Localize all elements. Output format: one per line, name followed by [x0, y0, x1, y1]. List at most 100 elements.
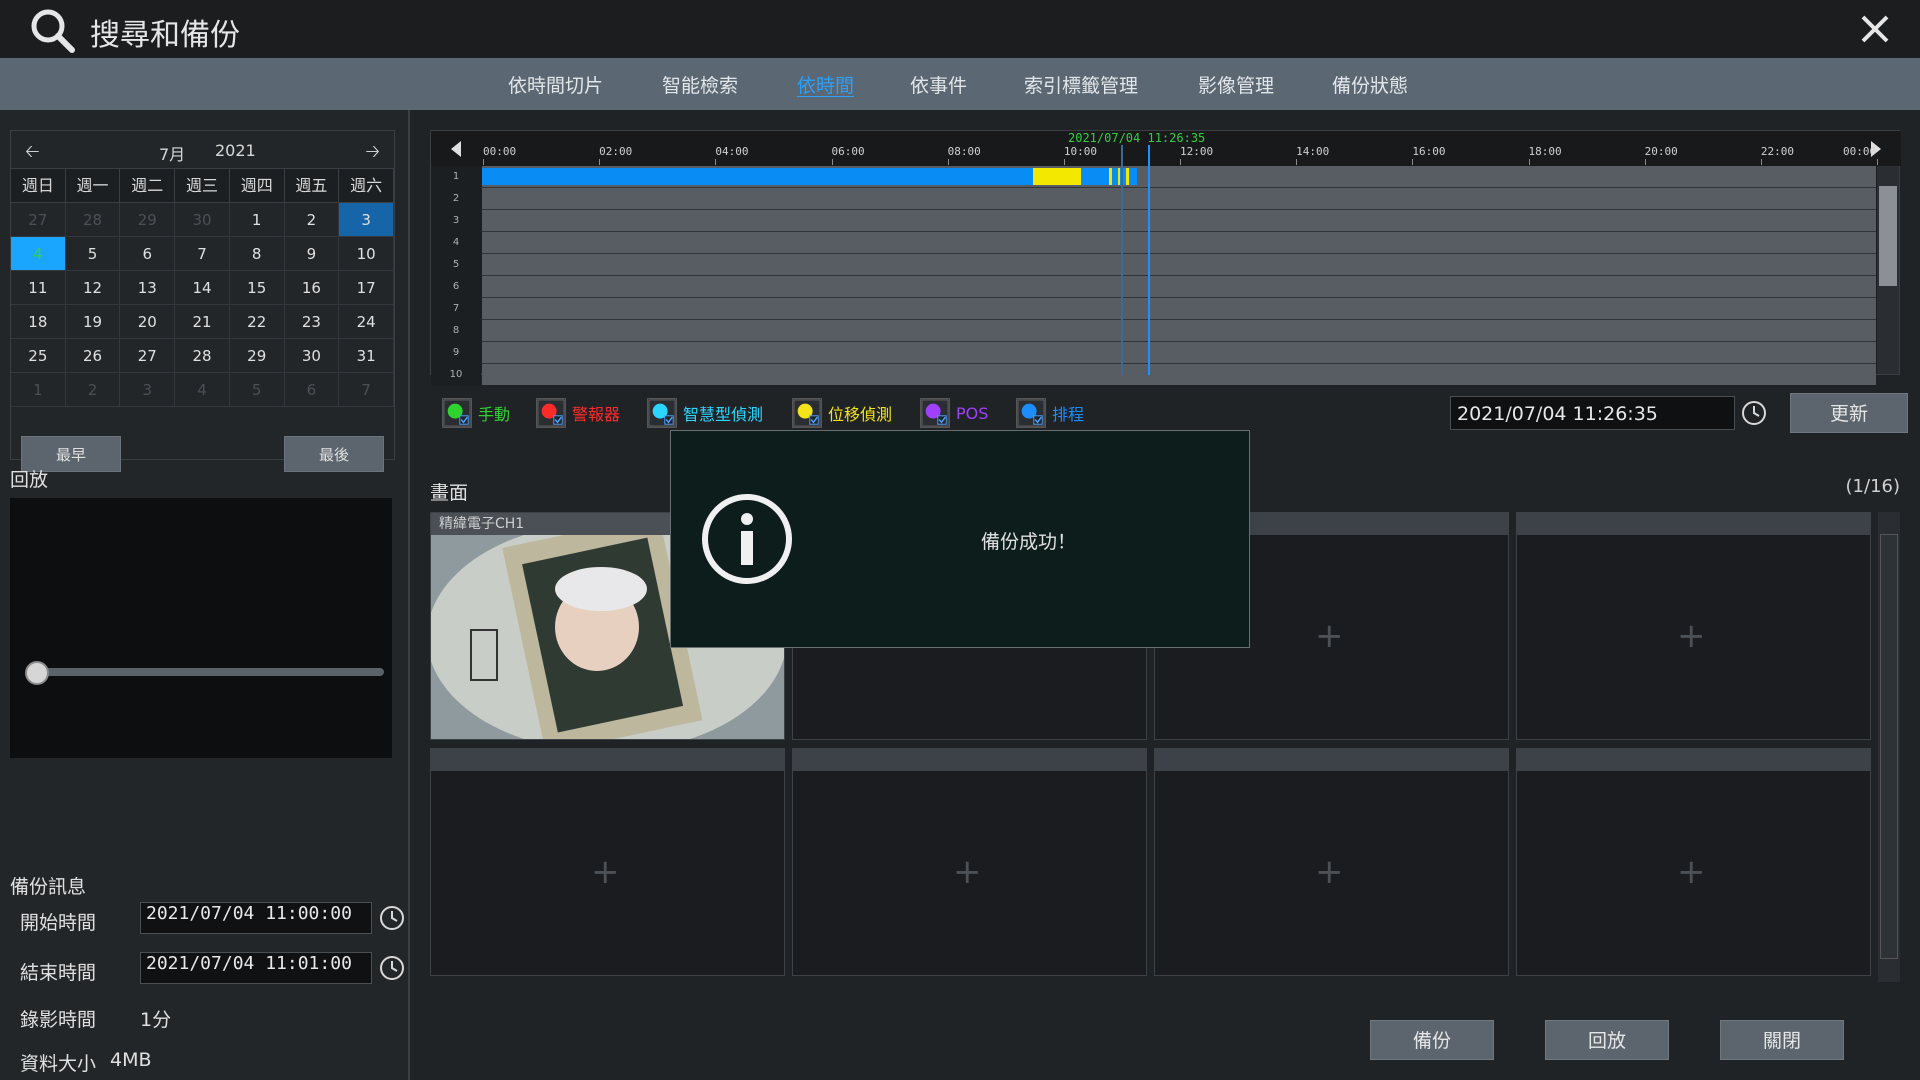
calendar-day[interactable]: 2: [284, 203, 340, 237]
calendar-day[interactable]: 19: [65, 305, 121, 339]
legend-item-hand[interactable]: 手動: [442, 398, 510, 428]
calendar-day[interactable]: 6: [284, 373, 340, 407]
close-icon[interactable]: [1858, 12, 1892, 46]
add-channel-icon[interactable]: +: [1315, 852, 1344, 892]
next-month-icon[interactable]: 🡢: [365, 139, 380, 169]
calendar-day[interactable]: 16: [284, 271, 340, 305]
calendar-day[interactable]: 11: [11, 271, 66, 305]
calendar-day[interactable]: 26: [65, 339, 121, 373]
timeline-row[interactable]: 8: [431, 320, 1876, 342]
calendar-day[interactable]: 27: [120, 339, 176, 373]
calendar-day[interactable]: 6: [120, 237, 176, 271]
legend-item-schedule[interactable]: 排程: [1016, 398, 1084, 428]
calendar-day[interactable]: 1: [11, 373, 66, 407]
prev-month-icon[interactable]: 🡠: [25, 139, 40, 169]
calendar-day[interactable]: 7: [175, 237, 230, 271]
end-clock-icon[interactable]: [378, 954, 406, 982]
calendar-day[interactable]: 13: [120, 271, 176, 305]
datetime-field[interactable]: 2021/07/04 11:26:35: [1450, 396, 1735, 430]
channel-cell[interactable]: +: [430, 748, 785, 976]
timeline-row[interactable]: 1: [431, 166, 1876, 188]
timeline-row-track[interactable]: [482, 166, 1876, 187]
timeline-row-track[interactable]: [482, 210, 1876, 231]
calendar-day[interactable]: 5: [65, 237, 121, 271]
calendar-day[interactable]: 4: [175, 373, 230, 407]
start-time-field[interactable]: 2021/07/04 11:00:00: [140, 902, 372, 934]
calendar-day[interactable]: 14: [175, 271, 230, 305]
add-channel-icon[interactable]: +: [1677, 616, 1706, 656]
timeline-row[interactable]: 4: [431, 232, 1876, 254]
timeline-row[interactable]: 5: [431, 254, 1876, 276]
calendar-day[interactable]: 22: [229, 305, 285, 339]
timeline-cursor[interactable]: [1147, 145, 1150, 375]
channel-cell[interactable]: +: [1154, 748, 1509, 976]
calendar-day[interactable]: 30: [284, 339, 340, 373]
calendar-day[interactable]: 28: [65, 203, 121, 237]
timeline-row-track[interactable]: [482, 364, 1876, 385]
timeline-row-track[interactable]: [482, 298, 1876, 319]
timeline-scrollbar[interactable]: [1877, 166, 1899, 374]
channel-cell[interactable]: +: [1516, 748, 1871, 976]
timeline-row[interactable]: 2: [431, 188, 1876, 210]
calendar-day[interactable]: 28: [175, 339, 230, 373]
calendar-day[interactable]: 31: [339, 339, 394, 373]
timeline-row[interactable]: 3: [431, 210, 1876, 232]
calendar-day[interactable]: 10: [339, 237, 394, 271]
tab-image-management[interactable]: 影像管理: [1198, 71, 1274, 98]
calendar-day[interactable]: 3: [339, 203, 394, 237]
calendar-day[interactable]: 18: [11, 305, 66, 339]
timeline-row-track[interactable]: [482, 188, 1876, 209]
calendar-day[interactable]: 29: [229, 339, 285, 373]
playback-slider-handle[interactable]: [25, 661, 49, 685]
tab-smart-search[interactable]: 智能檢索: [662, 71, 738, 98]
timeline-row[interactable]: 6: [431, 276, 1876, 298]
add-channel-icon[interactable]: +: [953, 852, 982, 892]
timeline-row-track[interactable]: [482, 342, 1876, 363]
calendar-day[interactable]: 15: [229, 271, 285, 305]
timeline[interactable]: 2021/07/04 11:26:35 00:00 02:00 04:00 06:00…: [430, 130, 1901, 386]
timeline-row-track[interactable]: [482, 254, 1876, 275]
calendar-day[interactable]: 23: [284, 305, 340, 339]
tab-time-slice[interactable]: 依時間切片: [508, 71, 603, 98]
start-clock-icon[interactable]: [378, 904, 406, 932]
calendar-day[interactable]: 3: [120, 373, 176, 407]
calendar-day[interactable]: 25: [11, 339, 66, 373]
calendar-day[interactable]: 2: [65, 373, 121, 407]
legend-item-smart-detection[interactable]: 智慧型偵測: [647, 398, 763, 428]
add-channel-icon[interactable]: +: [1677, 852, 1706, 892]
tab-tag-management[interactable]: 索引標籤管理: [1024, 71, 1138, 98]
timeline-scroll-thumb[interactable]: [1879, 186, 1897, 286]
timeline-row-track[interactable]: [482, 320, 1876, 341]
latest-button[interactable]: 最後: [284, 436, 384, 472]
update-button[interactable]: 更新: [1790, 393, 1908, 433]
calendar-day[interactable]: 7: [339, 373, 394, 407]
calendar-day[interactable]: 20: [120, 305, 176, 339]
calendar-day[interactable]: 27: [11, 203, 66, 237]
tab-backup-status[interactable]: 備份狀態: [1332, 71, 1408, 98]
timeline-row-track[interactable]: [482, 276, 1876, 297]
channel-grid-scrollbar[interactable]: [1878, 512, 1900, 982]
tab-by-time[interactable]: 依時間: [797, 71, 854, 98]
timeline-row[interactable]: 7: [431, 298, 1876, 320]
channel-grid-scroll-thumb[interactable]: [1880, 534, 1898, 959]
calendar-day[interactable]: 4: [11, 237, 66, 271]
close-button[interactable]: 關閉: [1720, 1020, 1844, 1060]
calendar-day[interactable]: 29: [120, 203, 176, 237]
timeline-row[interactable]: 10: [431, 364, 1876, 386]
timeline-row-track[interactable]: [482, 232, 1876, 253]
timeline-prev-icon[interactable]: [451, 141, 461, 157]
calendar-day[interactable]: 1: [229, 203, 285, 237]
playback-button[interactable]: 回放: [1545, 1020, 1669, 1060]
calendar-day[interactable]: 17: [339, 271, 394, 305]
backup-button[interactable]: 備份: [1370, 1020, 1494, 1060]
legend-item-motion[interactable]: 位移偵測: [792, 398, 892, 428]
calendar-day[interactable]: 8: [229, 237, 285, 271]
legend-item-pos[interactable]: POS: [920, 398, 988, 428]
timeline-cursor[interactable]: [1121, 145, 1124, 375]
channel-cell[interactable]: +: [792, 748, 1147, 976]
tab-by-event[interactable]: 依事件: [910, 71, 967, 98]
timeline-row[interactable]: 9: [431, 342, 1876, 364]
add-channel-icon[interactable]: +: [591, 852, 620, 892]
datetime-clock-icon[interactable]: [1740, 399, 1768, 427]
calendar-day[interactable]: 5: [229, 373, 285, 407]
